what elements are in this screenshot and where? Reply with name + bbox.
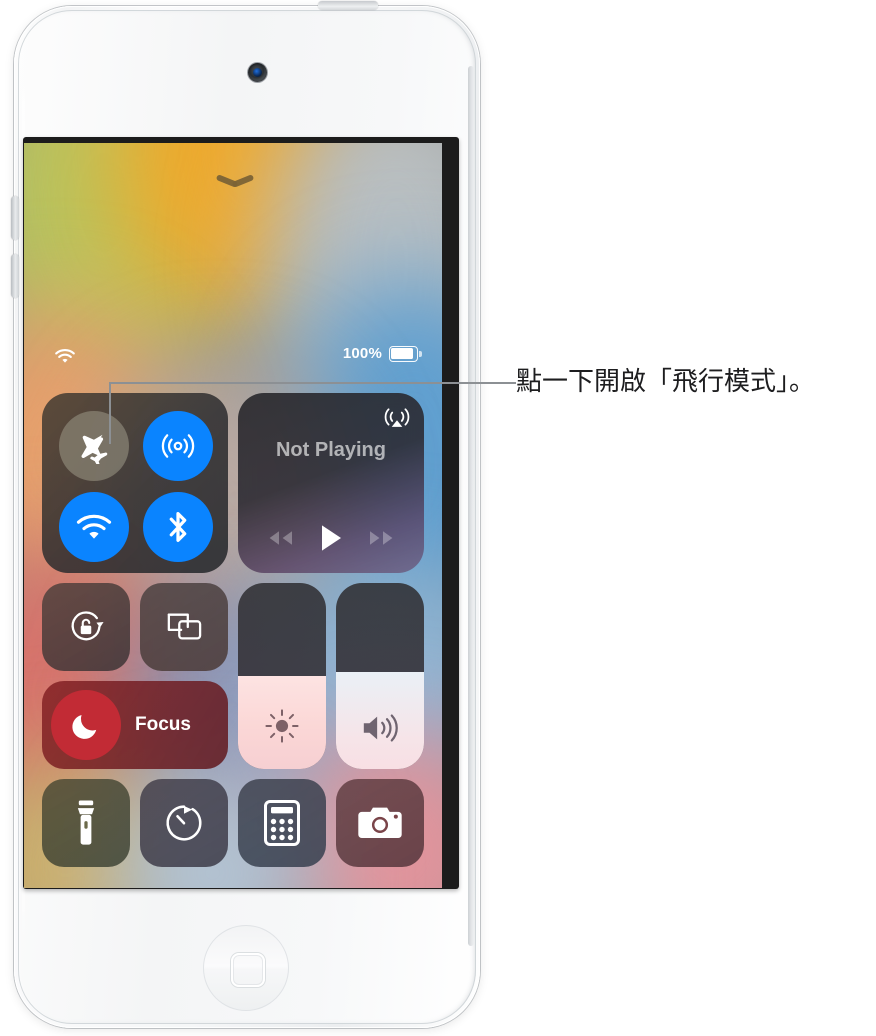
wifi-icon (54, 348, 76, 364)
airdrop-button[interactable] (143, 411, 213, 481)
airplay-audio-icon[interactable] (382, 403, 412, 433)
power-button[interactable] (318, 1, 378, 10)
battery-percent-label: 100% (342, 345, 382, 362)
drag-handle-chevron-icon[interactable] (215, 174, 255, 195)
flashlight-button[interactable] (42, 779, 130, 867)
bluetooth-button[interactable] (143, 492, 213, 562)
rewind-icon (269, 531, 293, 545)
timer-button[interactable] (140, 779, 228, 867)
volume-icon (336, 711, 424, 745)
play-icon (321, 525, 341, 551)
screen-mirroring-icon (167, 613, 202, 640)
left-tile-block: Focus (42, 583, 228, 769)
focus-button[interactable]: Focus (42, 681, 228, 769)
slider-group (238, 583, 424, 769)
device-screen: 100% Not Playing Focus (24, 143, 442, 888)
media-controls (238, 523, 424, 553)
control-center: Not Playing Focus (42, 393, 424, 867)
home-button-square-icon (231, 953, 265, 987)
focus-label: Focus (135, 714, 191, 735)
home-button[interactable] (203, 925, 289, 1011)
front-camera-icon (248, 63, 267, 82)
status-bar: 100% (24, 345, 442, 369)
calculator-icon (264, 800, 300, 846)
calculator-button[interactable] (238, 779, 326, 867)
rotation-lock-icon (71, 611, 104, 641)
fast-forward-icon (369, 531, 393, 545)
media-playback-module: Not Playing (238, 393, 424, 573)
screen-mirroring-button[interactable] (140, 583, 228, 671)
battery-full-icon (389, 345, 422, 362)
bluetooth-icon (169, 511, 187, 543)
wifi-icon (76, 514, 112, 539)
camera-button[interactable] (336, 779, 424, 867)
control-center-row-3 (42, 779, 424, 867)
airdrop-icon (161, 434, 195, 458)
camera-icon (358, 807, 402, 838)
airplane-mode-button[interactable] (59, 411, 129, 481)
play-button[interactable] (318, 523, 344, 553)
battery-status: 100% (342, 345, 422, 362)
volume-down-button[interactable] (11, 254, 19, 298)
wifi-button[interactable] (59, 492, 129, 562)
device-edge-highlight-right (468, 66, 474, 946)
fast-forward-button[interactable] (367, 528, 397, 548)
airplane-icon (81, 434, 108, 464)
moon-icon (51, 690, 121, 760)
flashlight-icon (77, 800, 95, 845)
callout-label: 點一下開啟「飛行模式」。 (516, 367, 816, 397)
volume-up-button[interactable] (11, 196, 19, 240)
timer-icon (166, 805, 202, 841)
now-playing-title: Not Playing (275, 439, 386, 461)
connectivity-module (42, 393, 228, 573)
brightness-slider[interactable] (238, 583, 326, 769)
screenshot-stage: 100% Not Playing Focus 點一下開啟「飛行模式」。 (0, 0, 876, 1036)
control-center-row-2: Focus (42, 583, 424, 769)
rewind-button[interactable] (265, 528, 295, 548)
toggle-tiles (42, 583, 228, 671)
rotation-lock-button[interactable] (42, 583, 130, 671)
volume-slider[interactable] (336, 583, 424, 769)
brightness-icon (238, 707, 326, 745)
control-center-row-1: Not Playing (42, 393, 424, 573)
